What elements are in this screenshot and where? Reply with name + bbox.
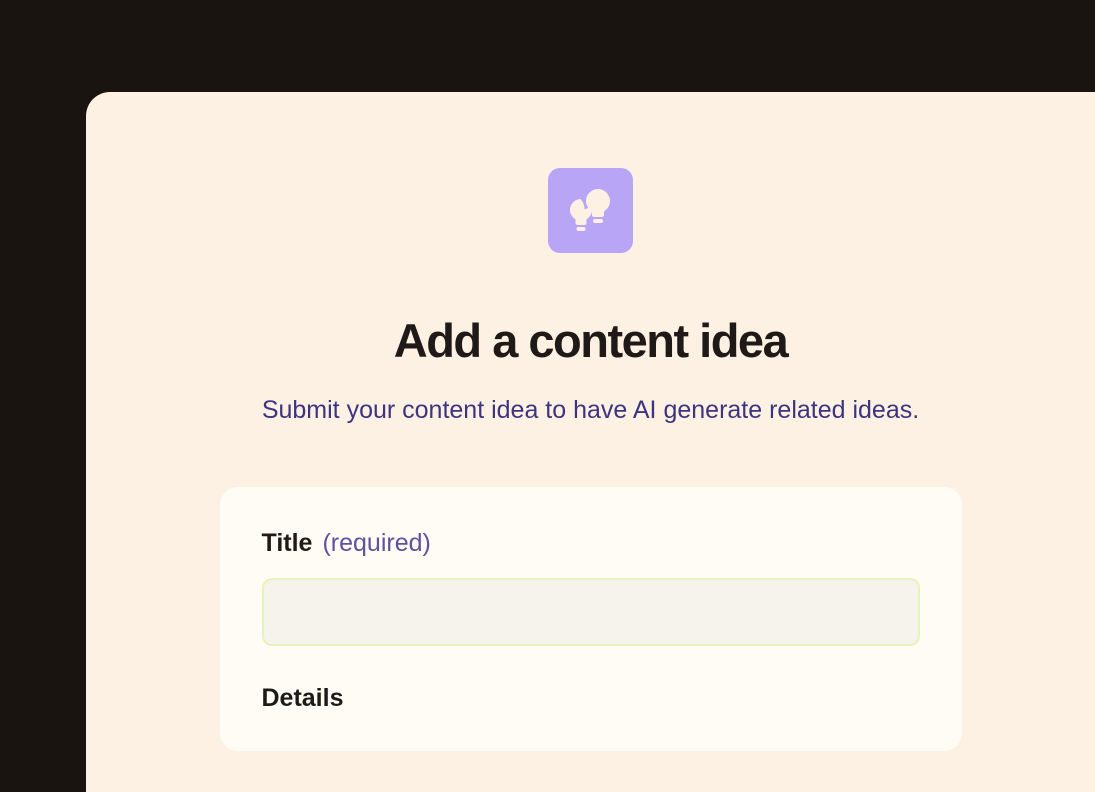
modal-container: Add a content idea Submit your content i… — [86, 92, 1095, 792]
title-field-group: Title (required) — [262, 529, 920, 646]
details-field-group: Details — [262, 684, 920, 713]
title-label-row: Title (required) — [262, 529, 920, 558]
details-label-row: Details — [262, 684, 920, 713]
idea-icon-box — [548, 168, 633, 253]
modal-heading: Add a content idea — [394, 313, 787, 368]
title-input[interactable] — [262, 578, 920, 646]
title-required-indicator: (required) — [322, 529, 430, 558]
lightbulbs-icon — [563, 183, 619, 239]
modal-subheading: Submit your content idea to have AI gene… — [262, 396, 919, 425]
details-label: Details — [262, 684, 344, 713]
title-label: Title — [262, 529, 313, 558]
modal-content: Add a content idea Submit your content i… — [86, 168, 1095, 751]
form-card: Title (required) Details — [220, 487, 962, 751]
